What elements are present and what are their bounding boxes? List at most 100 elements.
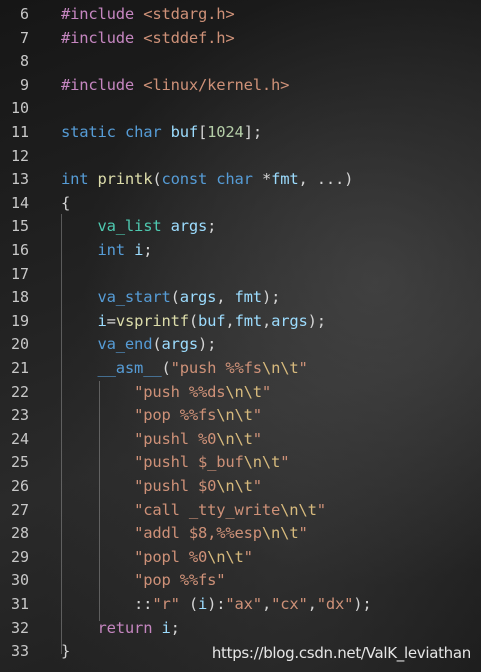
code-text[interactable]: #include <stdarg.h> [61, 3, 235, 27]
code-token: \n\t [207, 547, 244, 566]
code-token: \n\t [243, 453, 281, 472]
code-token: ]; [243, 123, 262, 141]
line-number: 32 [10, 618, 29, 637]
code-line[interactable]: 24 "pushl %0\n\t" [0, 428, 481, 452]
code-line[interactable]: 18 va_start(args, fmt); [0, 286, 481, 310]
line-number: 23 [10, 406, 29, 425]
code-line[interactable]: 26 "pushl $0\n\t" [0, 475, 481, 499]
code-line[interactable]: 20 va_end(args); [0, 333, 481, 357]
code-token: "ax" [225, 595, 262, 613]
code-token: { [61, 193, 71, 212]
code-token: ( [170, 288, 180, 307]
code-text[interactable]: static char buf[1024]; [61, 121, 262, 145]
code-text[interactable]: va_end(args); [61, 333, 217, 357]
code-text[interactable]: i=vsprintf(buf,fmt,args); [61, 310, 327, 334]
line-number: 28 [10, 524, 29, 543]
code-text[interactable]: "pop %%fs\n\t" [61, 404, 262, 428]
code-token: , [225, 311, 235, 330]
line-number: 16 [10, 241, 29, 259]
code-text[interactable]: int printk(const char *fmt, ...) [61, 168, 353, 192]
code-token: "pushl $_buf [134, 453, 244, 472]
code-line[interactable]: 29 "popl %0\n\t" [0, 546, 481, 570]
code-text[interactable]: "pushl $_buf\n\t" [61, 451, 289, 475]
code-line[interactable]: 28 "addl $8,%%esp\n\t" [0, 522, 481, 546]
code-token: " [252, 477, 262, 495]
code-text[interactable]: "addl $8,%%esp\n\t" [61, 522, 308, 546]
code-line[interactable]: 17 [0, 263, 481, 287]
line-number: 15 [10, 217, 29, 236]
code-line[interactable]: 27 "call _tty_write\n\t" [0, 499, 481, 523]
code-text[interactable]: "call _tty_write\n\t" [61, 499, 326, 523]
code-line[interactable]: 32 return i; [0, 617, 481, 641]
code-line[interactable]: 11 static char buf[1024]; [0, 121, 481, 145]
code-line[interactable]: 16 int i; [0, 239, 481, 263]
code-text[interactable]: return i; [61, 617, 180, 641]
code-line[interactable]: 21 __asm__("push %%fs\n\t" [0, 357, 481, 381]
code-token: ; [143, 241, 153, 259]
code-line[interactable]: 14 { [0, 192, 481, 216]
code-text[interactable]: { [61, 192, 70, 216]
line-number: 20 [10, 335, 29, 354]
line-number: 29 [10, 547, 29, 566]
code-token: i [161, 618, 171, 637]
code-token: char [124, 123, 171, 141]
code-text[interactable]: int i; [61, 239, 153, 263]
code-line[interactable]: 13 int printk(const char *fmt, ...) [0, 168, 481, 192]
code-line[interactable]: 9 #include <linux/kernel.h> [0, 74, 481, 98]
code-token: fmt [271, 170, 299, 189]
code-text[interactable]: #include <stddef.h> [61, 27, 235, 51]
code-token: buf [170, 123, 199, 141]
code-token: i [97, 311, 107, 330]
code-token: ( [161, 359, 171, 377]
code-text[interactable]: "popl %0\n\t" [61, 546, 253, 570]
code-text[interactable]: va_start(args, fmt); [61, 286, 281, 310]
code-line[interactable]: 22 "push %%ds\n\t" [0, 381, 481, 405]
code-line[interactable]: 8 [0, 50, 481, 74]
code-token: "call _tty_write [134, 500, 281, 519]
code-token: #include [61, 75, 144, 94]
code-token: " [261, 382, 272, 401]
code-text[interactable]: #include <linux/kernel.h> [61, 74, 289, 98]
code-line[interactable]: 31 ::"r" (i):"ax","cx","dx"); [0, 593, 481, 617]
line-number: 18 [10, 288, 29, 307]
code-line[interactable]: 25 "pushl $_buf\n\t" [0, 451, 481, 475]
line-number: 8 [19, 52, 29, 71]
code-line[interactable]: 6 #include <stdarg.h> [0, 3, 481, 27]
code-token: <stdarg.h> [143, 5, 235, 23]
code-line[interactable]: 30 "pop %%fs" [0, 569, 481, 593]
line-number: 12 [10, 146, 29, 165]
code-editor[interactable]: 6 #include <stdarg.h> 7 #include <stddef.h>… [0, 0, 481, 672]
code-text[interactable]: "pop %%fs" [61, 569, 226, 593]
code-text[interactable]: "push %%ds\n\t" [61, 381, 271, 405]
code-text[interactable]: } [61, 640, 70, 664]
code-token: fmt [234, 311, 263, 330]
code-text[interactable]: "pushl %0\n\t" [61, 428, 262, 452]
code-token: printk [97, 170, 153, 189]
code-line[interactable]: 23 "pop %%fs\n\t" [0, 404, 481, 428]
code-text[interactable]: "pushl $0\n\t" [61, 475, 262, 499]
code-line[interactable]: 10 [0, 97, 481, 121]
code-token: fmt [234, 288, 263, 307]
code-token: = [106, 311, 116, 330]
code-line[interactable]: 15 va_list args; [0, 215, 481, 239]
code-token: \n\t [225, 382, 262, 401]
code-line[interactable]: 19 i=vsprintf(buf,fmt,args); [0, 310, 481, 334]
code-token: " [316, 500, 326, 519]
code-token: \n\t [216, 406, 253, 425]
code-line[interactable]: 7 #include <stddef.h> [0, 27, 481, 51]
code-token: "push %%ds [134, 382, 226, 401]
code-text[interactable]: __asm__("push %%fs\n\t" [61, 357, 308, 381]
watermark-url: https://blog.csdn.net/ValK_leviathan [211, 644, 471, 662]
code-line[interactable]: 12 [0, 145, 481, 169]
code-token: \n\t [216, 429, 253, 448]
code-token: int [97, 241, 135, 259]
code-token: ); [198, 335, 217, 354]
code-text[interactable]: va_list args; [61, 215, 217, 239]
code-token: "pop %%fs [134, 406, 217, 425]
code-text[interactable]: ::"r" (i):"ax","cx","dx"); [61, 593, 372, 617]
